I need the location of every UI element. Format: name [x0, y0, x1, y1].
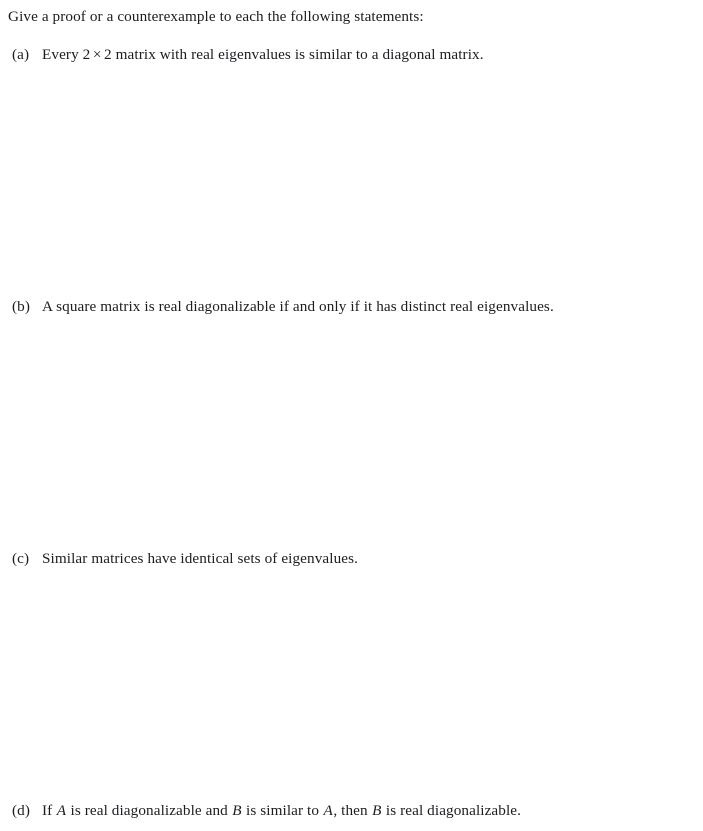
- statement-d-seg4: , then: [333, 802, 372, 819]
- statement-label-b: (b): [12, 298, 31, 315]
- statement-text-b: A square matrix is real diagonalizable i…: [42, 298, 554, 315]
- statement-a-text-before: Every: [42, 46, 83, 63]
- statement-d-seg5: is real diagonalizable.: [382, 802, 522, 819]
- statement-text-d: If A is real diagonalizable and B is sim…: [42, 802, 521, 819]
- statement-label-d: (d): [12, 802, 31, 819]
- math-variable-b-2: B: [372, 802, 382, 819]
- math-variable-a-2: A: [323, 802, 333, 819]
- statement-item-c: (c) Similar matrices have identical sets …: [12, 549, 700, 569]
- math-variable-b-1: B: [232, 802, 242, 819]
- statement-a-math-rhs: 2: [104, 46, 112, 63]
- answer-space-a: [12, 68, 692, 294]
- instruction-prompt: Give a proof or a counterexample to each…: [8, 8, 424, 25]
- statement-d-seg3: is similar to: [242, 802, 323, 819]
- statement-item-a: (a) Every 2 × 2 matrix with real eigenvalue…: [12, 45, 700, 65]
- math-variable-a-1: A: [56, 802, 67, 819]
- statement-text-a: Every 2 × 2 matrix with real eigenvalues i…: [42, 46, 484, 63]
- statement-a-text-after: matrix with real eigenvalues is similar …: [111, 46, 484, 63]
- times-symbol: ×: [92, 46, 102, 63]
- statement-text-c: Similar matrices have identical sets of …: [42, 550, 359, 567]
- statement-item-b: (b) A square matrix is real diagonalizabl…: [12, 297, 700, 317]
- statement-label-c: (c): [12, 550, 30, 567]
- statement-label-a: (a): [12, 46, 30, 63]
- document-page: Give a proof or a counterexample to each…: [0, 0, 703, 831]
- statement-d-seg2: is real diagonalizable and: [66, 802, 232, 819]
- statement-item-d: (d) If A is real diagonalizable and B is …: [12, 801, 700, 821]
- answer-space-b: [12, 320, 692, 546]
- statement-d-seg1: If: [42, 802, 57, 819]
- answer-space-c: [12, 572, 692, 798]
